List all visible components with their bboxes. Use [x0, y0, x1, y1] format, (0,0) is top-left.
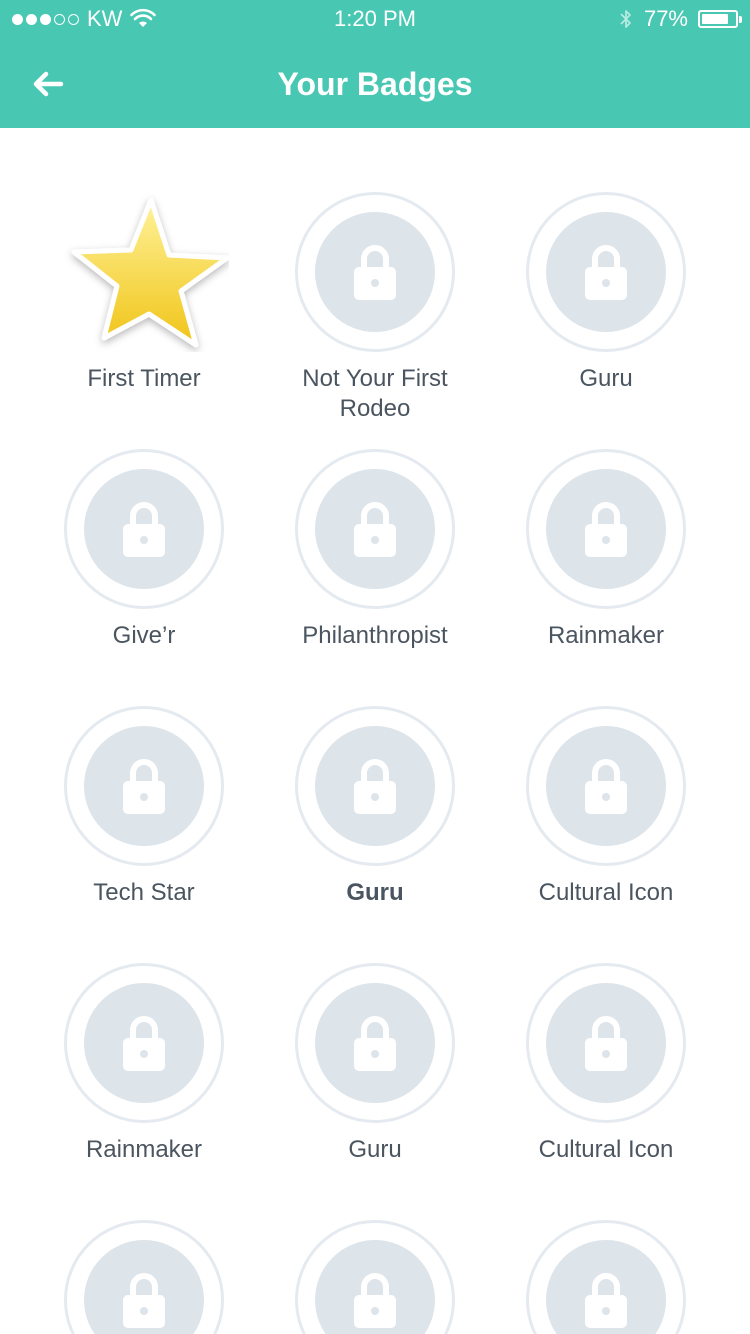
lock-icon: [354, 759, 396, 814]
status-bar: KW 1:20 PM 77%: [0, 0, 750, 40]
badge-locked-circle: [315, 726, 435, 846]
badge-label-line: Philanthropist: [302, 622, 448, 649]
top-bar: KW 1:20 PM 77% Your Badges: [0, 0, 750, 128]
badge-locked-circle: [546, 726, 666, 846]
lock-icon: [123, 759, 165, 814]
page-title: Your Badges: [277, 66, 473, 102]
lock-icon: [123, 502, 165, 557]
badge-label-line: Tech Star: [93, 879, 195, 906]
badge-locked-ring: [295, 192, 455, 352]
badge-locked-circle: [84, 726, 204, 846]
badge-label-line: Rodeo: [339, 395, 411, 422]
badge-locked-ring: [295, 706, 455, 866]
badge-label: Give’r: [29, 621, 259, 651]
badge-locked-ring: [526, 192, 686, 352]
badge-label-line: Not Your First: [302, 365, 448, 392]
badge-label-line: Rainmaker: [547, 622, 665, 649]
badge-locked-ring: [64, 1220, 224, 1334]
badge-locked-ring: [526, 706, 686, 866]
badge-locked-ring: [64, 449, 224, 609]
badge-locked-ring: [526, 1220, 686, 1334]
badge-locked-circle: [84, 983, 204, 1103]
lock-icon: [354, 245, 396, 300]
badge-label-line: Cultural Icon: [538, 1136, 674, 1163]
badge-label: First Timer: [29, 364, 259, 394]
status-right: 77%: [618, 6, 742, 32]
badge-locked-ring: [295, 963, 455, 1123]
badge-locked-ring: [295, 1220, 455, 1334]
badge-label: Cultural Icon: [491, 1135, 721, 1165]
badge-locked-circle: [315, 469, 435, 589]
badge-label-line: Cultural Icon: [538, 879, 674, 906]
badge-label-line: Guru: [348, 1136, 402, 1163]
lock-icon: [123, 1273, 165, 1328]
navigation-bar: Your Badges: [0, 40, 750, 128]
lock-icon: [123, 1016, 165, 1071]
badge-label: Philanthropist: [260, 621, 490, 651]
battery-percent: 77%: [643, 6, 688, 31]
battery-fill: [702, 14, 728, 24]
badge-label-line: First Timer: [87, 365, 201, 392]
badge-label: Rainmaker: [29, 1135, 259, 1165]
badge-locked-ring: [526, 449, 686, 609]
badge-label-line: Guru: [579, 365, 633, 392]
badge-label-line: Guru: [346, 879, 404, 906]
lock-icon: [354, 502, 396, 557]
badge-locked-circle: [546, 983, 666, 1103]
lock-icon: [585, 1273, 627, 1328]
lock-icon: [585, 245, 627, 300]
battery-icon: [698, 10, 742, 28]
lock-icon: [354, 1273, 396, 1328]
bluetooth-icon: [620, 10, 631, 28]
battery-nub: [739, 16, 742, 23]
badge-locked-circle: [315, 983, 435, 1103]
badge-label: Not Your First Rodeo: [260, 364, 490, 424]
badge-locked-circle: [546, 469, 666, 589]
badge-label: Rainmaker: [491, 621, 721, 651]
badge-locked-circle: [315, 1240, 435, 1334]
badge-label: Guru: [260, 1135, 490, 1165]
badge-locked-ring: [295, 449, 455, 609]
lock-icon: [585, 502, 627, 557]
badge-label: Cultural Icon: [491, 878, 721, 908]
badge-locked-circle: [315, 212, 435, 332]
badge-locked-ring: [64, 706, 224, 866]
star-badge-icon: [71, 197, 229, 348]
badge-locked-circle: [546, 212, 666, 332]
badge-label: Guru: [260, 878, 490, 908]
badge-label: Tech Star: [29, 878, 259, 908]
badge-locked-ring: [526, 963, 686, 1123]
badge-label: Guru: [491, 364, 721, 394]
badge-label-line: Give’r: [112, 622, 176, 649]
badge-locked-circle: [546, 1240, 666, 1334]
badge-label-line: Rainmaker: [85, 1136, 203, 1163]
lock-icon: [585, 1016, 627, 1071]
lock-icon: [585, 759, 627, 814]
badge-locked-circle: [84, 469, 204, 589]
badge-locked-circle: [84, 1240, 204, 1334]
lock-icon: [354, 1016, 396, 1071]
badge-locked-ring: [64, 963, 224, 1123]
